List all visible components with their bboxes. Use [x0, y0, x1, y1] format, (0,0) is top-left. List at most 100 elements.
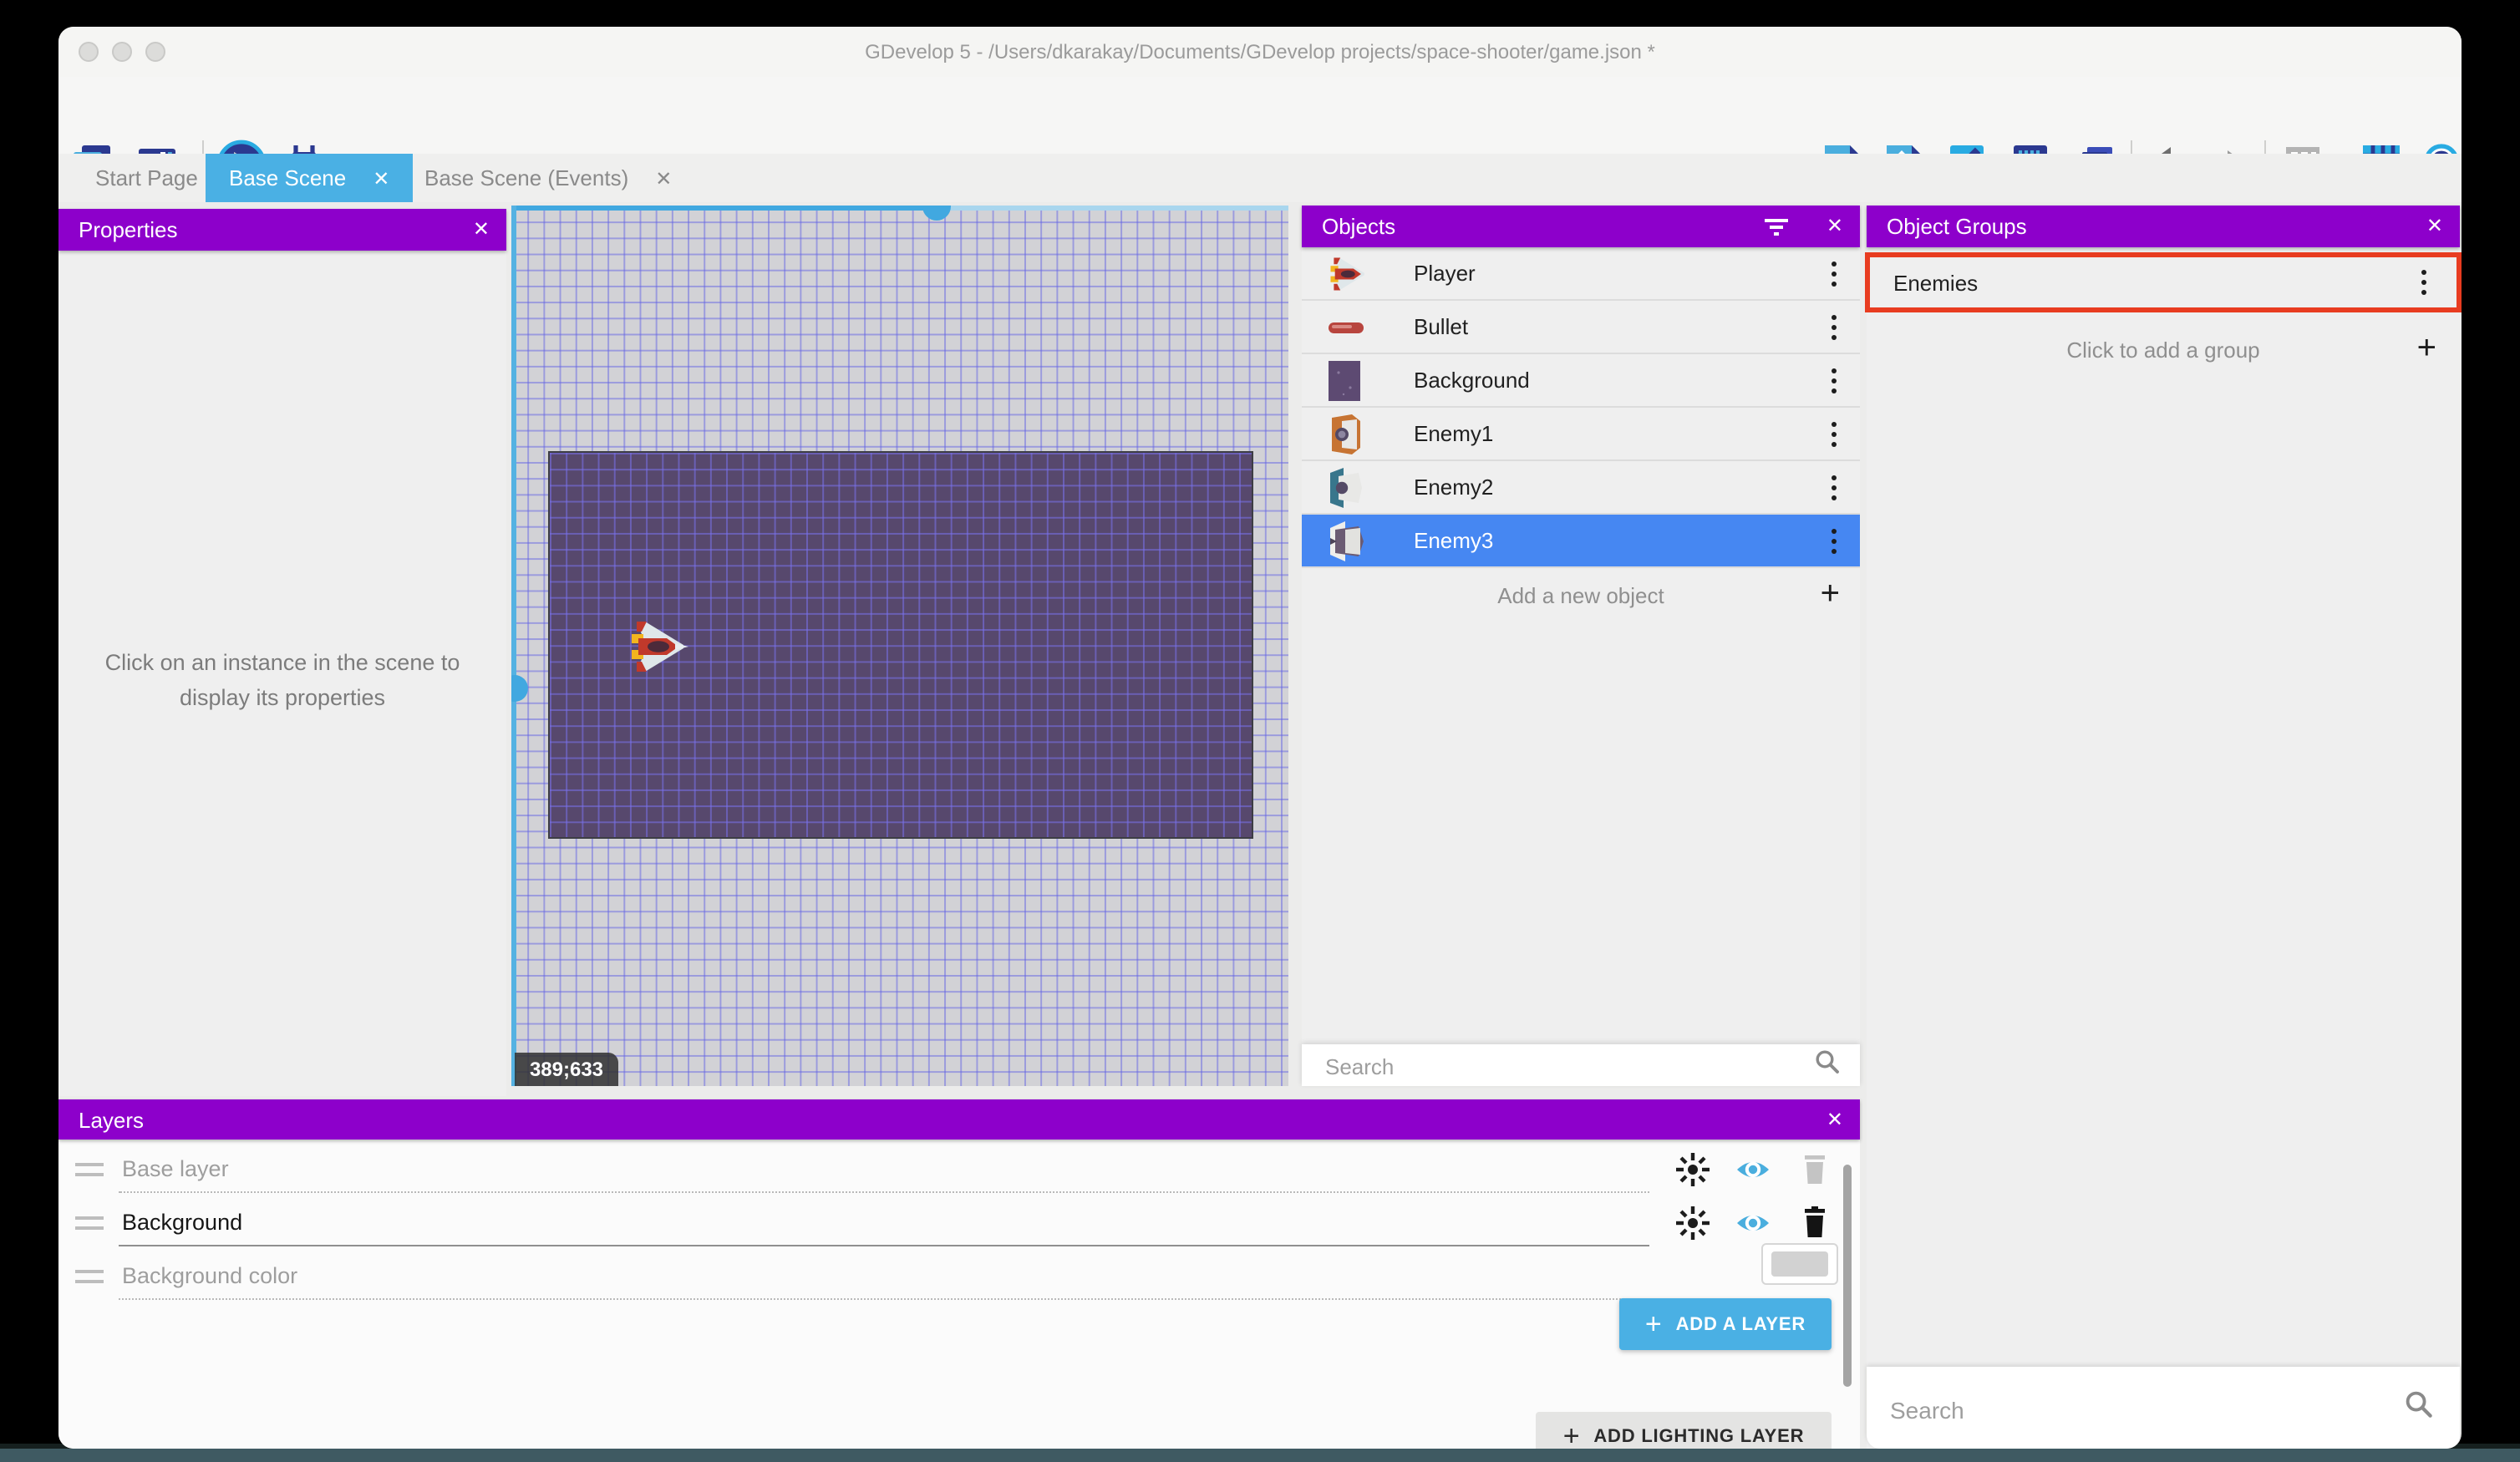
panel-title: Layers	[79, 1107, 144, 1132]
filter-icon[interactable]	[1763, 216, 1790, 242]
object-groups-panel: Object Groups ✕ Enemies Click to add a g…	[1867, 206, 2460, 1449]
object-row-bullet[interactable]: Bullet	[1302, 301, 1860, 354]
add-group-label: Click to add a group	[2066, 337, 2259, 362]
objects-panel-header: Objects ✕	[1302, 206, 1860, 247]
plus-icon: +	[1563, 1420, 1581, 1449]
close-panel-icon[interactable]: ✕	[1826, 214, 1843, 237]
search-icon	[2405, 1389, 2433, 1426]
add-object-label: Add a new object	[1497, 582, 1664, 607]
close-tab-icon[interactable]: ✕	[373, 166, 389, 190]
tab-label: Start Page	[95, 165, 198, 190]
drag-handle-icon[interactable]	[75, 1270, 104, 1283]
objects-search-input[interactable]	[1322, 1044, 1720, 1089]
background-color-row: Background color	[58, 1253, 1860, 1302]
close-panel-icon[interactable]: ✕	[2426, 214, 2443, 237]
object-label: Enemy3	[1414, 528, 1493, 553]
object-menu-icon[interactable]	[1832, 475, 1837, 500]
titlebar: GDevelop 5 - /Users/dkarakay/Documents/G…	[58, 27, 2462, 79]
tab-base-scene-events[interactable]: Base Scene (Events) ✕	[401, 154, 695, 202]
window-title: GDevelop 5 - /Users/dkarakay/Documents/G…	[58, 40, 2462, 63]
plus-icon: +	[2417, 330, 2436, 368]
layers-panel-header: Layers ✕	[58, 1099, 1860, 1140]
plus-icon: +	[1645, 1307, 1663, 1341]
canvas-hscrollbar-handle[interactable]	[922, 206, 951, 221]
drag-handle-icon[interactable]	[75, 1163, 104, 1176]
layer-name-field[interactable]: Base layer	[122, 1156, 229, 1181]
object-row-enemy3[interactable]: Enemy3	[1302, 515, 1860, 568]
add-object-button[interactable]: Add a new object +	[1302, 568, 1860, 622]
background-color-label: Background color	[122, 1263, 297, 1288]
layers-scrollbar[interactable]	[1843, 1165, 1852, 1387]
canvas-vscrollbar[interactable]	[511, 206, 516, 1086]
object-row-enemy1[interactable]: Enemy1	[1302, 408, 1860, 461]
object-menu-icon[interactable]	[1832, 368, 1837, 393]
panel-title: Object Groups	[1887, 214, 2027, 239]
tab-start-page[interactable]: Start Page	[72, 154, 221, 202]
tab-label: Base Scene (Events)	[424, 165, 628, 190]
close-panel-icon[interactable]: ✕	[1826, 1108, 1843, 1131]
object-groups-search-input[interactable]	[1887, 1367, 2309, 1449]
object-label: Enemy1	[1414, 421, 1493, 446]
tabbar: Start Page Base Scene ✕ Base Scene (Even…	[58, 154, 2462, 202]
properties-panel: Properties ✕ Click on an instance in the…	[58, 209, 506, 1096]
enemy1-object-icon	[1325, 413, 1369, 456]
layer-name-field[interactable]: Background	[122, 1210, 242, 1235]
player-instance[interactable]	[623, 620, 690, 673]
tab-label: Base Scene	[229, 165, 346, 190]
object-label: Background	[1414, 368, 1530, 393]
add-lighting-layer-label: ADD LIGHTING LAYER	[1593, 1427, 1804, 1447]
object-label: Player	[1414, 261, 1476, 286]
add-lighting-layer-button[interactable]: + ADD LIGHTING LAYER	[1536, 1412, 1832, 1449]
object-menu-icon[interactable]	[1832, 421, 1837, 446]
object-row-enemy2[interactable]: Enemy2	[1302, 461, 1860, 515]
screenshot-stage: GDevelop 5 - /Users/dkarakay/Documents/G…	[0, 0, 2520, 1462]
add-layer-label: ADD A LAYER	[1676, 1314, 1806, 1334]
layer-row-background: Background	[58, 1200, 1860, 1248]
object-row-player[interactable]: Player	[1302, 247, 1860, 301]
highlight-annotation	[1865, 252, 2462, 312]
gdevelop-window: GDevelop 5 - /Users/dkarakay/Documents/G…	[58, 27, 2462, 1449]
panel-title: Properties	[79, 217, 178, 242]
search-icon	[1815, 1048, 1840, 1082]
layer-effects-icon[interactable]	[1674, 1151, 1711, 1188]
layers-panel: Layers ✕ Base layer	[58, 1099, 1860, 1449]
bullet-object-icon	[1325, 306, 1369, 349]
close-tab-icon[interactable]: ✕	[655, 166, 672, 190]
object-label: Enemy2	[1414, 475, 1493, 500]
background-color-swatch[interactable]	[1761, 1243, 1838, 1285]
player-object-icon	[1325, 252, 1369, 296]
add-group-button[interactable]: Click to add a group +	[1867, 322, 2460, 376]
enemy2-object-icon	[1325, 466, 1369, 510]
layer-effects-icon[interactable]	[1674, 1205, 1711, 1241]
scene-canvas[interactable]: 389;633	[511, 206, 1288, 1086]
properties-hint: Click on an instance in the scene to dis…	[85, 647, 480, 717]
properties-panel-header: Properties ✕	[58, 209, 506, 251]
canvas-hscrollbar[interactable]	[511, 206, 1288, 211]
object-groups-panel-header: Object Groups ✕	[1867, 206, 2460, 247]
layer-visibility-icon[interactable]	[1735, 1205, 1771, 1241]
drag-handle-icon[interactable]	[75, 1216, 104, 1230]
object-menu-icon[interactable]	[1832, 528, 1837, 553]
objects-search	[1302, 1044, 1860, 1086]
add-layer-button[interactable]: + ADD A LAYER	[1619, 1298, 1832, 1350]
layer-row-base: Base layer	[58, 1146, 1860, 1195]
layer-visibility-icon[interactable]	[1735, 1151, 1771, 1188]
plus-icon: +	[1821, 576, 1840, 614]
layer-delete-icon[interactable]	[1796, 1151, 1833, 1188]
toolbar: 1:1	[58, 77, 2462, 155]
object-menu-icon[interactable]	[1832, 261, 1837, 286]
layer-delete-icon[interactable]	[1796, 1205, 1833, 1241]
object-row-background[interactable]: Background	[1302, 354, 1860, 408]
object-label: Bullet	[1414, 314, 1468, 339]
object-groups-search	[1867, 1367, 2460, 1449]
tab-base-scene[interactable]: Base Scene ✕	[206, 154, 413, 202]
layer-name-underline	[119, 1245, 1649, 1246]
canvas-vscrollbar-handle[interactable]	[511, 675, 528, 702]
objects-panel: Objects ✕ Player Bullet	[1302, 206, 1860, 1086]
object-menu-icon[interactable]	[1832, 314, 1837, 339]
panel-title: Objects	[1322, 214, 1395, 239]
close-panel-icon[interactable]: ✕	[473, 217, 490, 241]
enemy3-object-icon	[1325, 520, 1369, 563]
background-object-icon	[1325, 359, 1369, 403]
cursor-coordinates: 389;633	[515, 1053, 618, 1086]
